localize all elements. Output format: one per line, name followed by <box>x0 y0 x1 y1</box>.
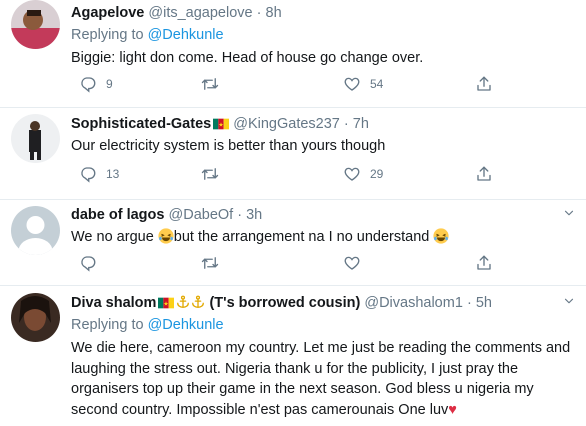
like-icon <box>343 254 361 272</box>
separator-dot: · <box>466 295 472 311</box>
display-name[interactable]: Diva shalom (T's borrowed cousin) <box>71 295 360 311</box>
display-name-part: Diva shalom <box>71 295 157 311</box>
tweet-diva-shalom[interactable]: Diva shalom (T's borrowed cousin) @Divas… <box>0 286 586 426</box>
display-name[interactable]: dabe of lagos <box>71 207 164 223</box>
tweet-text-part: We no argue <box>71 229 154 245</box>
display-name-part: (T's borrowed cousin) <box>209 295 361 311</box>
cameroon-flag-icon <box>213 118 229 130</box>
reply-count: 13 <box>106 167 120 181</box>
timestamp[interactable]: 8h <box>266 5 282 21</box>
avatar-image <box>11 0 60 49</box>
replying-to-label: Replying to <box>71 317 144 333</box>
retweet-icon <box>201 165 219 183</box>
avatar[interactable] <box>11 0 60 49</box>
tweet-text-part: but the arrangement na I no understand <box>173 229 430 245</box>
separator-dot: · <box>256 5 262 21</box>
like-count: 54 <box>370 77 384 91</box>
laughing-emoji-icon <box>433 228 449 244</box>
tweet-text: We no argue but the arrangement na I no … <box>71 227 574 248</box>
user-handle[interactable]: @its_agapelove <box>148 5 252 21</box>
display-name[interactable]: Agapelove <box>71 5 144 21</box>
avatar-image <box>11 114 60 163</box>
red-heart-icon: ♥ <box>448 401 457 418</box>
tweet-text: Our electricity system is better than yo… <box>71 138 386 154</box>
share-icon <box>475 75 493 93</box>
reply-button[interactable]: 9 <box>79 75 113 93</box>
share-icon <box>475 254 493 272</box>
timestamp[interactable]: 5h <box>476 295 492 311</box>
share-icon <box>475 165 493 183</box>
tweet-dabe-of-lagos[interactable]: dabe of lagos @DabeOf · 3h We no argue b… <box>0 200 586 286</box>
like-icon <box>343 165 361 183</box>
reply-count: 9 <box>106 77 113 91</box>
tweet-agapelove[interactable]: Agapelove @its_agapelove · 8h Replying t… <box>0 0 586 108</box>
like-count: 29 <box>370 167 384 181</box>
retweet-button[interactable] <box>201 254 219 272</box>
replying-to: Replying to @Dehkunle <box>71 316 574 335</box>
avatar[interactable] <box>11 114 60 163</box>
replying-to: Replying to @Dehkunle <box>71 26 574 45</box>
share-button[interactable] <box>475 75 493 93</box>
reply-button[interactable] <box>79 254 97 272</box>
retweet-icon <box>201 254 219 272</box>
timestamp[interactable]: 3h <box>246 207 262 223</box>
reply-mention-link[interactable]: @Dehkunle <box>148 27 224 43</box>
like-button[interactable]: 54 <box>343 75 383 93</box>
retweet-icon <box>201 75 219 93</box>
tweet-sophisticated-gates[interactable]: Sophisticated-Gates @KingGates237 · 7h O… <box>0 108 586 200</box>
tweet-actions <box>71 254 511 274</box>
avatar[interactable] <box>11 206 60 255</box>
like-icon <box>343 75 361 93</box>
laughing-emoji-icon <box>158 228 174 244</box>
avatar-image <box>11 293 60 342</box>
retweet-button[interactable] <box>201 165 228 183</box>
replying-to-label: Replying to <box>71 27 144 43</box>
tweet-text: Biggie: light don come. Head of house go… <box>71 50 424 66</box>
like-button[interactable] <box>343 254 361 272</box>
tweet-actions: 13 29 <box>71 165 511 185</box>
cameroon-flag-icon <box>158 297 174 309</box>
separator-dot: · <box>343 116 349 132</box>
user-handle[interactable]: @KingGates237 <box>233 116 340 132</box>
reply-icon <box>79 75 97 93</box>
user-handle[interactable]: @Divashalom1 <box>364 295 463 311</box>
user-handle[interactable]: @DabeOf <box>169 207 234 223</box>
reply-icon <box>79 165 97 183</box>
anchor-icon <box>191 295 205 309</box>
anchor-icon <box>176 295 190 309</box>
share-button[interactable] <box>475 254 493 272</box>
avatar[interactable] <box>11 293 60 342</box>
tweet-text-part: We die here, cameroon my country. Let me… <box>71 340 571 418</box>
tweet-text: We die here, cameroon my country. Let me… <box>71 338 574 420</box>
reply-button[interactable]: 13 <box>79 165 119 183</box>
separator-dot: · <box>237 207 243 223</box>
tweet-actions: 9 54 <box>71 75 511 95</box>
like-button[interactable]: 29 <box>343 165 383 183</box>
display-name[interactable]: Sophisticated-Gates <box>71 116 211 132</box>
retweet-button[interactable] <box>201 75 228 93</box>
default-avatar-icon <box>11 206 60 255</box>
timestamp[interactable]: 7h <box>353 116 369 132</box>
reply-icon <box>79 254 97 272</box>
reply-mention-link[interactable]: @Dehkunle <box>148 317 224 333</box>
share-button[interactable] <box>475 165 493 183</box>
